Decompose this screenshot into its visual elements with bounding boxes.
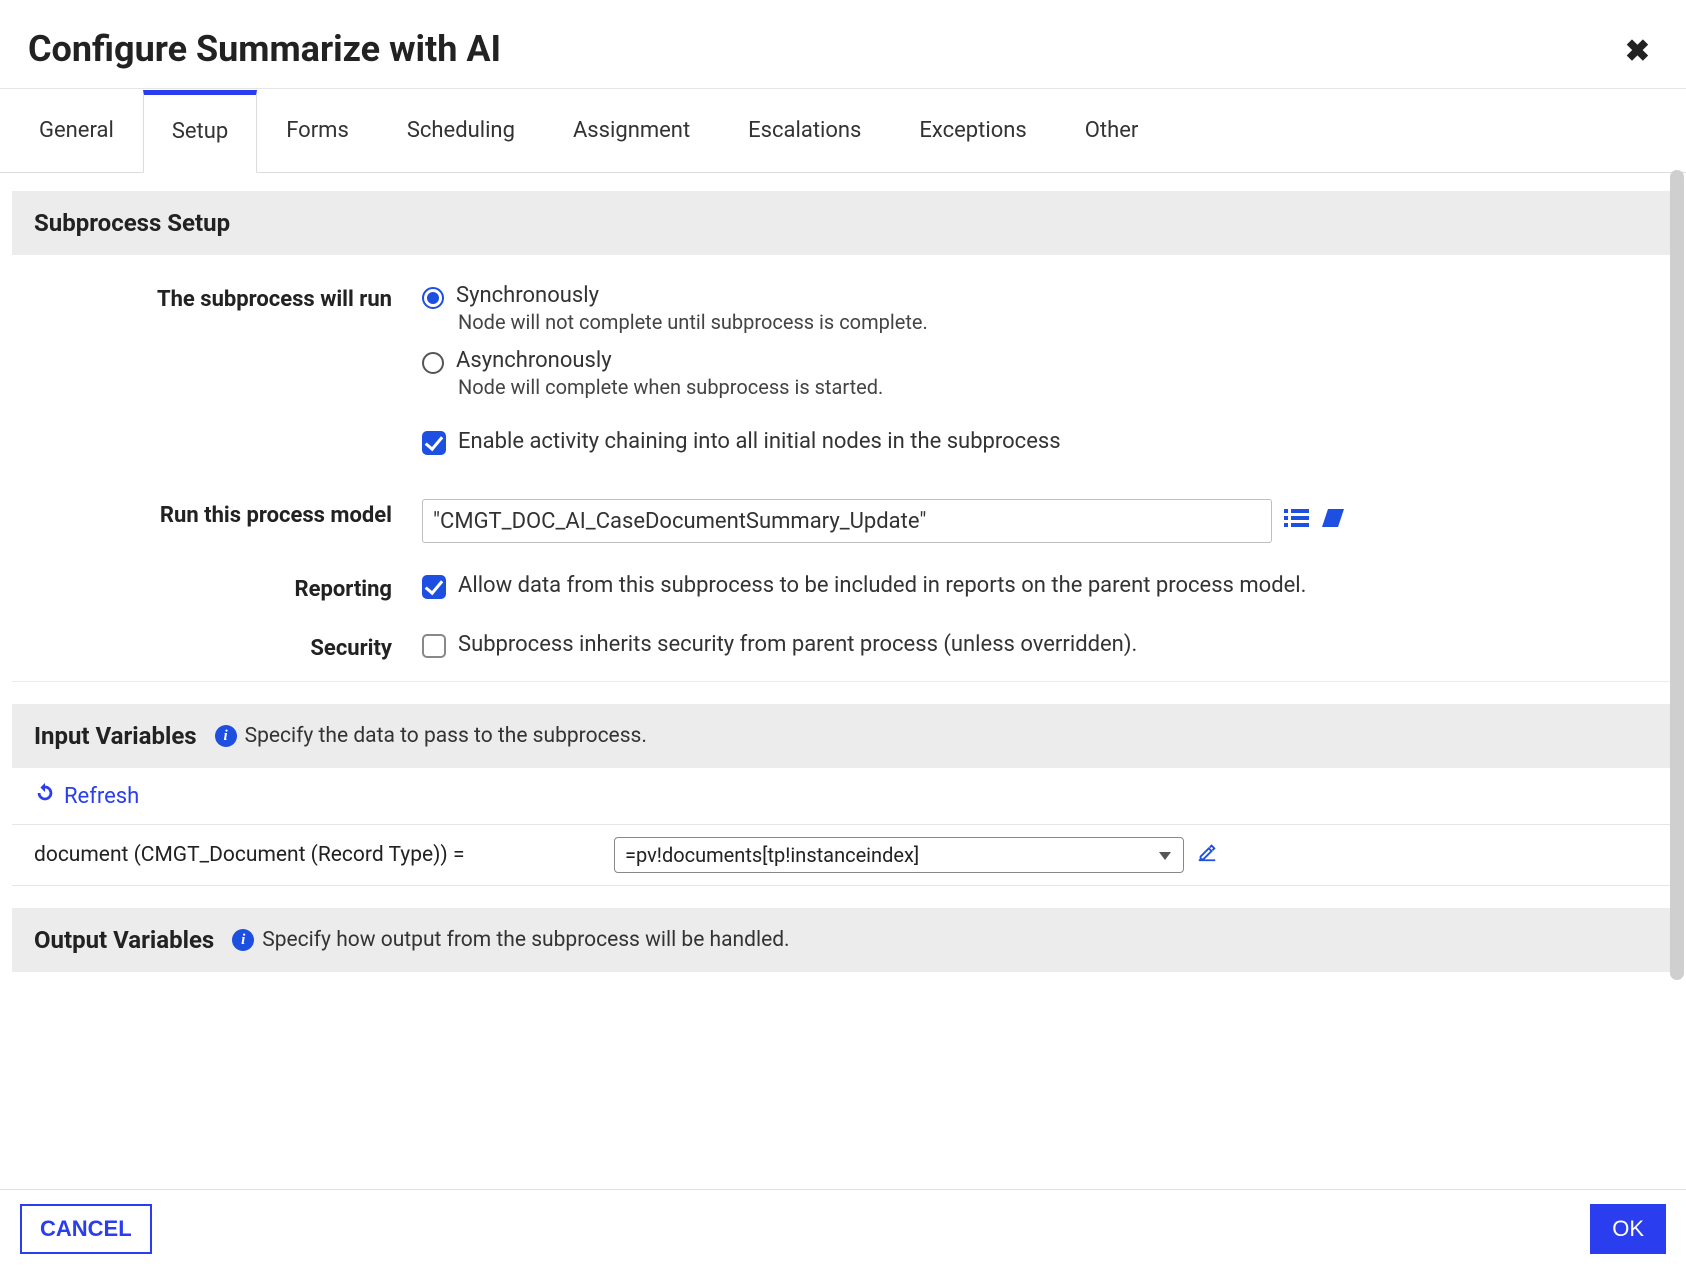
refresh-label: Refresh: [64, 784, 139, 809]
clear-erase-icon[interactable]: [1320, 507, 1346, 535]
radio-async[interactable]: Asynchronously Node will complete when s…: [422, 348, 1674, 399]
subprocess-setup-heading: Subprocess Setup: [12, 191, 1674, 255]
tab-exceptions[interactable]: Exceptions: [890, 89, 1055, 172]
checkbox-security: [422, 634, 446, 658]
refresh-link[interactable]: Refresh: [34, 782, 139, 810]
radio-sync-label: Synchronously: [456, 283, 928, 308]
input-variable-row: document (CMGT_Document (Record Type)) =…: [12, 824, 1674, 886]
reporting-label: Reporting: [12, 573, 422, 602]
tab-assignment[interactable]: Assignment: [544, 89, 719, 172]
scrollbar[interactable]: [1670, 170, 1684, 980]
checkbox-chaining-label: Enable activity chaining into all initia…: [458, 429, 1061, 454]
checkbox-security-row[interactable]: Subprocess inherits security from parent…: [422, 632, 1674, 658]
input-variable-select[interactable]: =pv!documents[tp!instanceindex]: [614, 837, 1184, 873]
input-variable-value: =pv!documents[tp!instanceindex]: [625, 843, 919, 867]
tab-forms[interactable]: Forms: [257, 89, 378, 172]
radio-sync[interactable]: Synchronously Node will not complete unt…: [422, 283, 1674, 334]
checkbox-reporting-label: Allow data from this subprocess to be in…: [458, 573, 1306, 598]
checkbox-chaining: [422, 431, 446, 455]
dialog-title: Configure Summarize with AI: [28, 28, 501, 70]
radio-sync-indicator: [422, 287, 444, 309]
input-variables-desc: Specify the data to pass to the subproce…: [245, 724, 647, 748]
process-model-input[interactable]: "CMGT_DOC_AI_CaseDocumentSummary_Update": [422, 499, 1272, 543]
browse-list-icon[interactable]: [1284, 507, 1310, 535]
radio-async-sub: Node will complete when subprocess is st…: [458, 375, 883, 399]
output-variables-desc: Specify how output from the subprocess w…: [262, 928, 789, 952]
output-variables-title: Output Variables: [34, 926, 214, 954]
radio-async-indicator: [422, 352, 444, 374]
radio-async-label: Asynchronously: [456, 348, 883, 373]
radio-sync-sub: Node will not complete until subprocess …: [458, 310, 928, 334]
input-variables-header: Input Variables i Specify the data to pa…: [12, 704, 1674, 768]
tab-scheduling[interactable]: Scheduling: [378, 89, 544, 172]
checkbox-security-label: Subprocess inherits security from parent…: [458, 632, 1137, 657]
checkbox-chaining-row[interactable]: Enable activity chaining into all initia…: [422, 429, 1674, 455]
input-variables-title: Input Variables: [34, 722, 197, 750]
tab-other[interactable]: Other: [1056, 89, 1168, 172]
info-icon: i: [232, 929, 254, 951]
process-model-label: Run this process model: [12, 499, 422, 528]
tab-general[interactable]: General: [10, 89, 143, 172]
ok-button[interactable]: OK: [1590, 1204, 1666, 1254]
input-variable-label: document (CMGT_Document (Record Type)) =: [34, 843, 614, 867]
security-label: Security: [12, 632, 422, 661]
tab-escalations[interactable]: Escalations: [719, 89, 890, 172]
run-mode-label: The subprocess will run: [12, 283, 422, 312]
checkbox-reporting: [422, 575, 446, 599]
close-icon[interactable]: ✖: [1625, 28, 1656, 69]
output-variables-header: Output Variables i Specify how output fr…: [12, 908, 1674, 972]
checkbox-reporting-row[interactable]: Allow data from this subprocess to be in…: [422, 573, 1674, 599]
tabs-bar: General Setup Forms Scheduling Assignmen…: [10, 89, 1686, 172]
refresh-icon: [34, 782, 56, 810]
info-icon: i: [215, 725, 237, 747]
tab-setup[interactable]: Setup: [143, 90, 257, 173]
edit-expression-icon[interactable]: [1196, 841, 1218, 869]
cancel-button[interactable]: CANCEL: [20, 1204, 152, 1254]
